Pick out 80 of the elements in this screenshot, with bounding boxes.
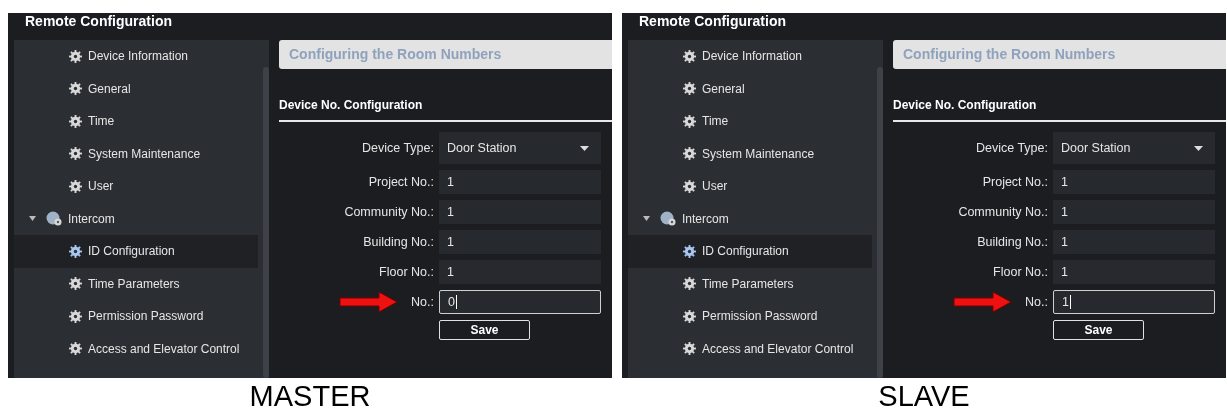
globe-icon: [660, 210, 677, 227]
sidebar-item[interactable]: Device Information: [628, 40, 872, 73]
gear-icon: [683, 179, 696, 193]
input-field[interactable]: 0: [439, 290, 601, 314]
sidebar-item[interactable]: General: [628, 72, 872, 105]
globe-icon: [46, 210, 63, 227]
field-label: Floor No.:: [993, 265, 1048, 279]
sidebar-item[interactable]: User: [628, 170, 872, 203]
gear-icon: [683, 342, 696, 356]
gear-icon: [683, 277, 696, 291]
field-label: Project No.:: [368, 175, 434, 189]
caption: SLAVE: [878, 381, 970, 410]
input-field[interactable]: 1: [1053, 290, 1215, 314]
gear-icon: [69, 82, 82, 96]
gear-icon: [69, 342, 82, 356]
scrollbar[interactable]: [877, 67, 883, 378]
window-title: Remote Configuration: [638, 13, 787, 31]
sidebar-group[interactable]: Intercom: [628, 202, 872, 235]
sidebar-item[interactable]: ID Configuration: [14, 235, 258, 268]
sidebar-item[interactable]: Permission Password: [628, 300, 872, 333]
field-label: Project No.:: [982, 175, 1048, 189]
sidebar-item[interactable]: System Maintenance: [14, 137, 258, 170]
sidebar-item[interactable]: Time Parameters: [14, 267, 258, 300]
input-field[interactable]: 1: [439, 260, 601, 284]
gear-icon: [683, 309, 696, 323]
page-header: Configuring the Room Numbers: [893, 40, 1226, 69]
window-title: Remote Configuration: [24, 13, 173, 31]
gear-icon: [69, 277, 82, 291]
gear-icon: [683, 114, 696, 128]
caption: MASTER: [249, 381, 371, 410]
sidebar-item[interactable]: Time Parameters: [628, 267, 872, 300]
sidebar-item[interactable]: Access and Elevator Control: [628, 332, 872, 365]
field-label: No.:: [411, 295, 434, 309]
gear-icon: [683, 147, 696, 161]
device-type-dropdown[interactable]: Door Station: [439, 132, 601, 164]
sidebar-item[interactable]: Device Information: [14, 40, 258, 73]
section-title: Device No. Configuration: [279, 98, 612, 122]
field-label: Community No.:: [344, 205, 434, 219]
field-label: Device Type:: [361, 141, 434, 155]
save-button[interactable]: Save: [1053, 320, 1144, 340]
sidebar-item[interactable]: Time: [14, 105, 258, 138]
scrollbar[interactable]: [263, 67, 269, 378]
gear-icon: [683, 82, 696, 96]
gear-icon: [69, 309, 82, 323]
dropdown-arrow-icon: [1194, 145, 1203, 151]
field-label: Community No.:: [958, 205, 1048, 219]
sidebar-item[interactable]: Permission Password: [14, 300, 258, 333]
input-field[interactable]: 1: [1053, 170, 1215, 194]
gear-icon: [69, 147, 82, 161]
sidebar-item[interactable]: Time: [628, 105, 872, 138]
page-header: Configuring the Room Numbers: [279, 40, 612, 69]
device-type-dropdown[interactable]: Door Station: [1053, 132, 1215, 164]
gear-icon: [69, 114, 82, 128]
save-button[interactable]: Save: [439, 320, 530, 340]
field-label: No.:: [1025, 295, 1048, 309]
sidebar-item[interactable]: System Maintenance: [628, 137, 872, 170]
gear-icon: [69, 244, 82, 258]
input-field[interactable]: 1: [439, 230, 601, 254]
field-label: Building No.:: [977, 235, 1048, 249]
input-field[interactable]: 1: [1053, 230, 1215, 254]
sidebar-item[interactable]: Access and Elevator Control: [14, 332, 258, 365]
field-label: Device Type:: [975, 141, 1048, 155]
gear-icon: [683, 49, 696, 63]
gear-icon: [683, 244, 696, 258]
field-label: Building No.:: [363, 235, 434, 249]
caret-icon: [643, 216, 650, 222]
sidebar-item[interactable]: General: [14, 72, 258, 105]
dropdown-arrow-icon: [580, 145, 589, 151]
gear-icon: [69, 179, 82, 193]
caret-icon: [29, 216, 36, 222]
sidebar-item[interactable]: User: [14, 170, 258, 203]
input-field[interactable]: 1: [439, 200, 601, 224]
sidebar-group[interactable]: Intercom: [14, 202, 258, 235]
input-field[interactable]: 1: [439, 170, 601, 194]
input-field[interactable]: 1: [1053, 200, 1215, 224]
gear-icon: [69, 49, 82, 63]
section-title: Device No. Configuration: [893, 98, 1226, 122]
input-field[interactable]: 1: [1053, 260, 1215, 284]
sidebar-item[interactable]: ID Configuration: [628, 235, 872, 268]
field-label: Floor No.:: [379, 265, 434, 279]
